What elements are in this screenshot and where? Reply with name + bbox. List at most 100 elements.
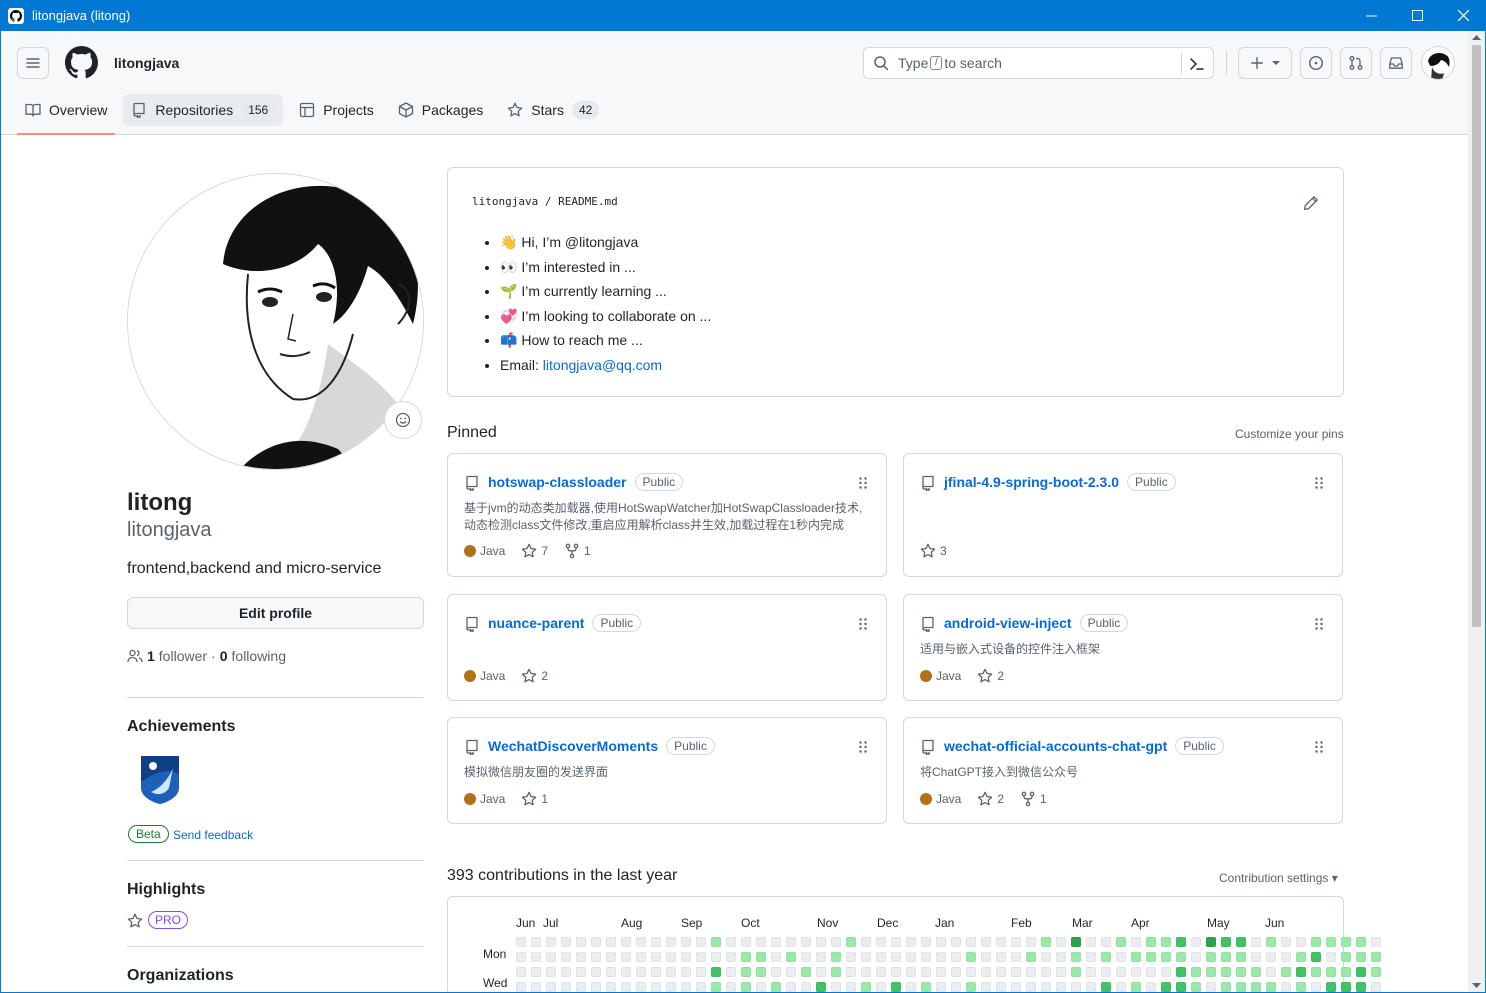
contribution-cell[interactable] [1041, 967, 1051, 977]
contribution-cell[interactable] [891, 952, 901, 962]
contribution-cell[interactable] [1206, 952, 1216, 962]
contribution-cell[interactable] [1101, 952, 1111, 962]
contribution-cell[interactable] [936, 967, 946, 977]
contribution-cell[interactable] [576, 952, 586, 962]
contribution-cell[interactable] [576, 967, 586, 977]
following-count[interactable]: 0 [220, 648, 228, 664]
contribution-cell[interactable] [966, 937, 976, 947]
repo-stars[interactable]: 2 [977, 791, 1004, 807]
contribution-cell[interactable] [651, 982, 661, 992]
contribution-settings-button[interactable]: Contribution settings ▾ [1219, 871, 1338, 885]
tab-overview[interactable]: Overview [17, 94, 116, 135]
contribution-cell[interactable] [1056, 982, 1066, 992]
contribution-cell[interactable] [786, 982, 796, 992]
contribution-cell[interactable] [621, 952, 631, 962]
contribution-cell[interactable] [846, 967, 856, 977]
user-avatar[interactable] [1421, 46, 1455, 80]
contribution-cell[interactable] [846, 937, 856, 947]
contribution-cell[interactable] [1161, 937, 1171, 947]
contribution-cell[interactable] [996, 937, 1006, 947]
scrollbar-thumb[interactable] [1472, 45, 1481, 627]
contribution-cell[interactable] [681, 952, 691, 962]
minimize-button[interactable] [1348, 0, 1394, 31]
contribution-cell[interactable] [621, 967, 631, 977]
contribution-cell[interactable] [1266, 952, 1276, 962]
tab-repositories[interactable]: Repositories 156 [123, 94, 284, 126]
contribution-cell[interactable] [1326, 937, 1336, 947]
contribution-cell[interactable] [861, 982, 871, 992]
contribution-cell[interactable] [756, 937, 766, 947]
repo-stars[interactable]: 1 [521, 791, 548, 807]
contribution-cell[interactable] [531, 937, 541, 947]
contribution-cell[interactable] [666, 937, 676, 947]
contribution-cell[interactable] [741, 967, 751, 977]
contribution-cell[interactable] [1356, 952, 1366, 962]
pencil-icon[interactable] [1303, 195, 1319, 211]
contribution-cell[interactable] [1011, 982, 1021, 992]
contribution-cell[interactable] [1371, 982, 1381, 992]
contribution-cell[interactable] [531, 982, 541, 992]
contribution-cell[interactable] [861, 967, 871, 977]
contribution-cell[interactable] [726, 952, 736, 962]
contribution-cell[interactable] [1221, 937, 1231, 947]
contribution-cell[interactable] [1026, 967, 1036, 977]
following-label[interactable]: following [232, 648, 286, 664]
contribution-cell[interactable] [981, 967, 991, 977]
contribution-cell[interactable] [1131, 952, 1141, 962]
contribution-cell[interactable] [1086, 937, 1096, 947]
contribution-cell[interactable] [1281, 937, 1291, 947]
contribution-cell[interactable] [831, 967, 841, 977]
contribution-cell[interactable] [936, 982, 946, 992]
contribution-cell[interactable] [1266, 937, 1276, 947]
drag-handle-icon[interactable] [858, 476, 868, 493]
achievement-badge[interactable] [137, 752, 183, 807]
tab-packages[interactable]: Packages [390, 94, 491, 126]
contribution-cell[interactable] [936, 952, 946, 962]
contribution-cell[interactable] [1296, 952, 1306, 962]
contribution-cell[interactable] [1071, 937, 1081, 947]
contribution-cell[interactable] [921, 982, 931, 992]
contribution-cell[interactable] [1146, 967, 1156, 977]
contribution-cell[interactable] [561, 982, 571, 992]
contribution-cell[interactable] [1146, 937, 1156, 947]
command-palette-icon[interactable] [1189, 56, 1205, 72]
page-scrollbar[interactable] [1468, 31, 1485, 992]
contribution-cell[interactable] [1311, 967, 1321, 977]
contribution-cell[interactable] [1146, 982, 1156, 992]
contribution-cell[interactable] [1326, 982, 1336, 992]
repo-stars[interactable]: 3 [920, 543, 947, 559]
issues-button[interactable] [1300, 47, 1332, 79]
drag-handle-icon[interactable] [1314, 740, 1324, 757]
contribution-cell[interactable] [801, 952, 811, 962]
contribution-cell[interactable] [1341, 967, 1351, 977]
contribution-cell[interactable] [816, 952, 826, 962]
drag-handle-icon[interactable] [858, 740, 868, 757]
contribution-cell[interactable] [546, 967, 556, 977]
contribution-cell[interactable] [546, 982, 556, 992]
contribution-cell[interactable] [1086, 967, 1096, 977]
contribution-cell[interactable] [666, 952, 676, 962]
contribution-cell[interactable] [951, 937, 961, 947]
contribution-cell[interactable] [651, 967, 661, 977]
contribution-cell[interactable] [1236, 967, 1246, 977]
contribution-cell[interactable] [1206, 937, 1216, 947]
contribution-cell[interactable] [906, 982, 916, 992]
contribution-cell[interactable] [801, 967, 811, 977]
contribution-cell[interactable] [786, 967, 796, 977]
contribution-cell[interactable] [801, 982, 811, 992]
contribution-cell[interactable] [1281, 967, 1291, 977]
contribution-cell[interactable] [591, 952, 601, 962]
contribution-cell[interactable] [651, 937, 661, 947]
contribution-cell[interactable] [516, 937, 526, 947]
contribution-cell[interactable] [846, 952, 856, 962]
contribution-cell[interactable] [1176, 952, 1186, 962]
contribution-cell[interactable] [576, 937, 586, 947]
contribution-cell[interactable] [771, 937, 781, 947]
contribution-cell[interactable] [1236, 937, 1246, 947]
menu-button[interactable] [17, 47, 49, 79]
contribution-cell[interactable] [876, 952, 886, 962]
contribution-cell[interactable] [1101, 982, 1111, 992]
contribution-cell[interactable] [606, 952, 616, 962]
contribution-cell[interactable] [1056, 952, 1066, 962]
contribution-cell[interactable] [726, 937, 736, 947]
